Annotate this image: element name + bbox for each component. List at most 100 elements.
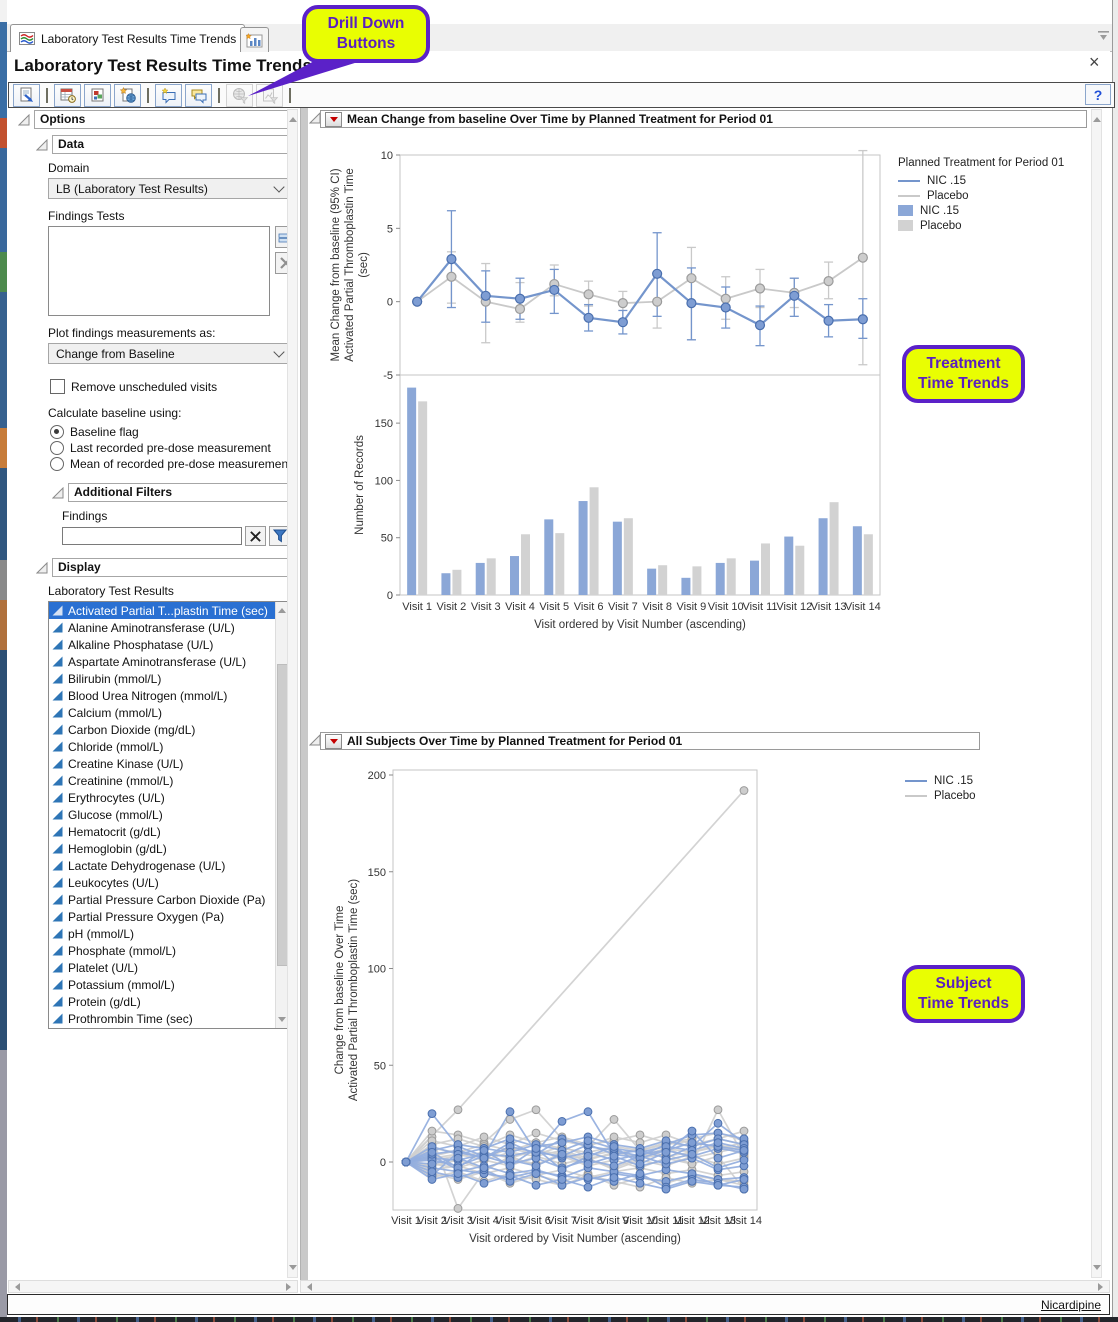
disclosure-triangle-icon[interactable] — [36, 562, 48, 574]
lab-test-item[interactable]: Erythrocytes (U/L) — [49, 789, 275, 806]
lab-test-item[interactable]: pH (mmol/L) — [49, 925, 275, 942]
new-note-button[interactable] — [155, 84, 182, 107]
legend-entry[interactable]: NIC .15 — [898, 203, 1064, 218]
clear-filter-button[interactable] — [245, 526, 266, 546]
legend-entry[interactable]: Placebo — [898, 218, 1064, 233]
lab-test-item[interactable]: Leukocytes (U/L) — [49, 874, 275, 891]
plot-as-select[interactable]: Change from Baseline — [48, 343, 291, 364]
lab-test-item[interactable]: Chloride (mmol/L) — [49, 738, 275, 755]
legend-entry[interactable]: Placebo — [905, 788, 976, 803]
report-button[interactable] — [13, 84, 40, 107]
scrollbar-thumb[interactable] — [277, 664, 288, 966]
lab-test-item[interactable]: Bilirubin (mmol/L) — [49, 670, 275, 687]
lab-test-item[interactable]: Protein (g/dL) — [49, 993, 275, 1010]
lab-test-item[interactable]: Alkaline Phosphatase (U/L) — [49, 636, 275, 653]
remove-unscheduled-checkbox[interactable] — [50, 379, 65, 394]
lab-test-item[interactable]: Lactate Dehydrogenase (U/L) — [49, 857, 275, 874]
disclosure-triangle-icon[interactable] — [52, 487, 64, 499]
baseline-flag-radio[interactable] — [50, 425, 64, 439]
last-predose-radio[interactable] — [50, 441, 64, 455]
lab-test-item[interactable]: Phosphate (mmol/L) — [49, 942, 275, 959]
lab-test-item[interactable]: Blood Urea Nitrogen (mmol/L) — [49, 687, 275, 704]
lab-test-item[interactable]: Hematocrit (g/dL) — [49, 823, 275, 840]
toolbar-separator — [46, 88, 48, 103]
treatment-time-trends-callout: Treatment Time Trends — [902, 345, 1025, 403]
lab-test-item[interactable]: Alanine Aminotransferase (U/L) — [49, 619, 275, 636]
help-icon: ? — [1094, 87, 1103, 103]
findings-filter-input[interactable] — [62, 527, 242, 545]
lab-test-item[interactable]: Hemoglobin (g/dL) — [49, 840, 275, 857]
tab-lab-test-results-time-trends[interactable]: Laboratory Test Results Time Trends — [10, 24, 245, 52]
svg-text:Mean Change from baseline (95%: Mean Change from baseline (95% CI) — [330, 168, 342, 361]
close-icon[interactable]: × — [1089, 54, 1100, 70]
nicardipine-study-link[interactable]: Nicardipine — [1041, 1298, 1101, 1312]
legend-line-swatch — [898, 180, 920, 182]
lab-test-item[interactable]: Platelet (U/L) — [49, 959, 275, 976]
report-scrollbar[interactable] — [1091, 109, 1102, 1278]
svg-text:Number of Records: Number of Records — [354, 435, 366, 535]
save-image-button[interactable] — [84, 84, 111, 107]
title-bar: Laboratory Test Results Time Trends — [10, 51, 1110, 80]
lab-test-item[interactable]: Partial Pressure Oxygen (Pa) — [49, 908, 275, 925]
scroll-up-icon[interactable] — [289, 113, 297, 122]
display-section-header[interactable]: Display — [52, 558, 290, 577]
scroll-left-icon[interactable] — [11, 1283, 20, 1291]
scroll-right-icon[interactable] — [286, 1283, 295, 1291]
test-triangle-icon — [52, 758, 63, 769]
svg-text:0: 0 — [387, 590, 393, 602]
scroll-down-icon[interactable] — [289, 1265, 297, 1274]
test-triangle-icon — [52, 894, 63, 905]
desktop-background-sliver — [0, 0, 7, 1322]
test-triangle-icon — [52, 809, 63, 820]
subjects-chart-legend: NIC .15Placebo — [905, 773, 976, 803]
lab-test-item[interactable]: Prothrombin Time (sec) — [49, 1010, 275, 1027]
legend-entry[interactable]: NIC .15 — [905, 773, 976, 788]
lab-test-item[interactable]: Creatine Kinase (U/L) — [49, 755, 275, 772]
legend-entry[interactable]: NIC .15 — [898, 173, 1064, 188]
lab-test-item[interactable]: Activated Partial T...plastin Time (sec) — [49, 602, 275, 619]
lab-test-item[interactable]: Calcium (mmol/L) — [49, 704, 275, 721]
lab-test-item[interactable]: Glucose (mmol/L) — [49, 806, 275, 823]
additional-filters-header[interactable]: Additional Filters — [68, 483, 290, 502]
data-section-header[interactable]: Data — [52, 135, 290, 154]
lab-test-item[interactable]: Potassium (mmol/L) — [49, 976, 275, 993]
subjects-chart-panel-header[interactable]: All Subjects Over Time by Planned Treatm… — [320, 732, 980, 750]
options-scrollbar[interactable] — [287, 109, 298, 1278]
data-table-button[interactable] — [54, 84, 81, 107]
help-button[interactable]: ? — [1085, 84, 1111, 105]
domain-select[interactable]: LB (Laboratory Test Results) — [48, 178, 291, 199]
disclosure-triangle-icon[interactable] — [36, 139, 48, 151]
svg-text:Visit 9: Visit 9 — [677, 601, 707, 613]
legend-entry[interactable]: Placebo — [898, 188, 1064, 203]
svg-text:150: 150 — [368, 867, 386, 879]
collapse-ribbon-icon[interactable] — [1097, 30, 1110, 45]
scroll-up-icon[interactable] — [1093, 113, 1101, 122]
scroll-down-icon[interactable] — [278, 1017, 286, 1026]
lab-test-item[interactable]: Aspartate Aminotransferase (U/L) — [49, 653, 275, 670]
findings-tests-listbox[interactable] — [48, 226, 270, 316]
publish-button[interactable] — [114, 84, 141, 107]
report-horizontal-scrollbar[interactable] — [300, 1280, 1110, 1293]
tab-bar: Laboratory Test Results Time Trends — [7, 24, 1112, 52]
save-image-icon — [89, 87, 107, 104]
red-menu-button[interactable] — [325, 734, 342, 749]
scroll-right-icon[interactable] — [1098, 1283, 1107, 1291]
options-section-header[interactable]: Options — [34, 110, 290, 129]
lab-test-item[interactable]: Carbon Dioxide (mg/dL) — [49, 721, 275, 738]
notes-button[interactable] — [185, 84, 212, 107]
svg-text:Visit 3: Visit 3 — [471, 601, 501, 613]
scroll-left-icon[interactable] — [303, 1283, 312, 1291]
test-triangle-icon — [52, 962, 63, 973]
treatment-chart-panel-header[interactable]: Mean Change from baseline Over Time by P… — [320, 110, 1087, 128]
scroll-down-icon[interactable] — [1093, 1265, 1101, 1274]
publish-icon — [119, 87, 137, 104]
mean-predose-radio[interactable] — [50, 457, 64, 471]
red-menu-button[interactable] — [325, 112, 342, 127]
scroll-up-icon[interactable] — [278, 604, 286, 613]
new-note-icon — [160, 87, 178, 104]
lab-test-item[interactable]: Creatinine (mmol/L) — [49, 772, 275, 789]
svg-text:50: 50 — [381, 533, 393, 545]
disclosure-triangle-icon[interactable] — [18, 114, 30, 126]
options-horizontal-scrollbar[interactable] — [8, 1280, 298, 1293]
lab-test-item[interactable]: Partial Pressure Carbon Dioxide (Pa) — [49, 891, 275, 908]
